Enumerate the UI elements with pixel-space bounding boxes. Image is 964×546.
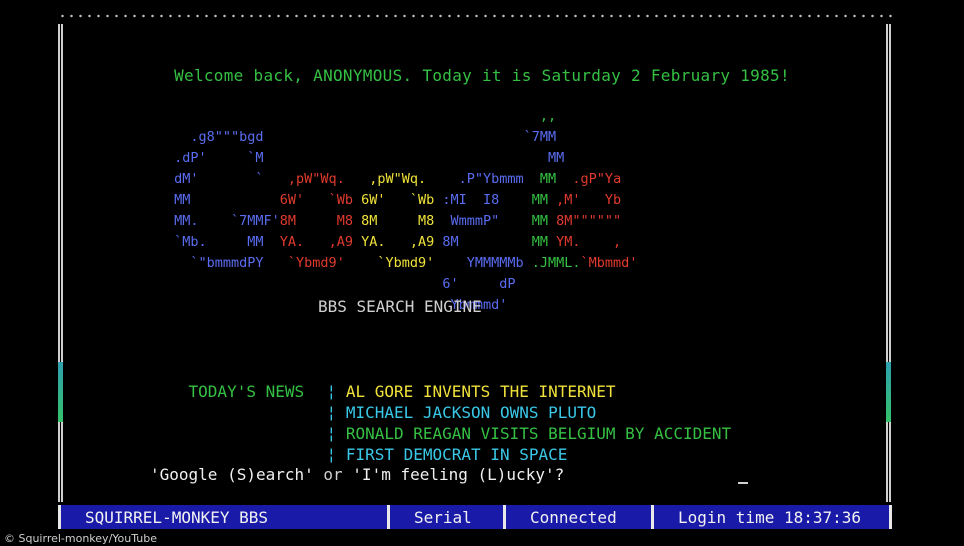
logo-segment: 6' dP [166, 276, 516, 292]
status-bar: SQUIRREL-MONKEY BBS Serial Connected Log… [58, 505, 892, 529]
logo-segment: :MI I8 [442, 192, 516, 208]
logo-segment: MM [515, 234, 557, 250]
status-port: Serial [387, 505, 503, 529]
google-ascii-logo: ,, .g8"""bgd `7MM .dP' `M MM dM' ` ,pW"W… [166, 106, 637, 316]
image-credit: © Squirrel-monkey/YouTube [4, 532, 158, 545]
logo-segment: WmmmP" [442, 213, 516, 229]
news-label: TODAY'S NEWS [188, 382, 305, 401]
logo-segment: MM [166, 192, 280, 208]
logo-segment: .g8"""bgd `7MM [166, 129, 557, 145]
news-item: FIRST DEMOCRAT IN SPACE [345, 445, 568, 464]
logo-segment: 8M M8 [279, 213, 362, 229]
search-prompt: 'Google (S)earch' or 'I'm feeling (L)uck… [150, 465, 564, 484]
text-cursor[interactable] [738, 482, 748, 484]
news-item: MICHAEL JACKSON OWNS PLUTO [345, 403, 597, 422]
logo-segment: MM [531, 171, 565, 187]
logo-segment: YA. ,A9 [361, 234, 443, 250]
logo-segment: 8M M8 [361, 213, 443, 229]
logo-segment: MM. `7MMF' [166, 213, 280, 229]
news-item: RONALD REAGAN VISITS BELGIUM BY ACCIDENT [345, 424, 732, 443]
logo-segment: .dP' `M MM [166, 150, 565, 166]
logo-segment: `"bmmmdPY [166, 255, 288, 271]
logo-line: .g8"""bgd `7MM [166, 127, 637, 148]
top-dotted-border [58, 14, 892, 18]
logo-segment: MM [515, 192, 557, 208]
welcome-message: Welcome back, ANONYMOUS. Today it is Sat… [174, 66, 790, 85]
logo-segment: YA. ,A9 [279, 234, 362, 250]
logo-line: `"bmmmdPY `Ybmd9' `Ybmd9' YMMMMMb .JMML.… [166, 253, 637, 274]
logo-segment: ,M' Yb [556, 192, 622, 208]
news-separator: ¦ [326, 424, 337, 443]
logo-segment: `Mbmmd' [580, 255, 638, 271]
engine-label: BBS SEARCH ENGINE [318, 297, 482, 316]
status-connection: Connected [503, 505, 651, 529]
logo-segment: 8M"""""" [556, 213, 622, 229]
logo-segment: YM. , [556, 234, 622, 250]
right-edge-accent [886, 362, 891, 422]
logo-segment: 8M [442, 234, 516, 250]
news-separator: ¦ [326, 382, 337, 401]
logo-segment: `Ybmd9' [361, 255, 451, 271]
logo-segment: dM' ` [166, 171, 288, 187]
feeling-lucky-option[interactable]: 'I'm feeling (L)ucky'? [352, 465, 564, 484]
left-frame-border [58, 24, 63, 502]
logo-segment: ,, [166, 108, 557, 124]
logo-segment: .JMML. [531, 255, 581, 271]
right-frame-border [886, 24, 891, 502]
status-bbs-name: SQUIRREL-MONKEY BBS [85, 507, 269, 527]
logo-line: MM 6W' `Wb 6W' `Wb :MI I8 MM ,M' Yb [166, 190, 637, 211]
logo-segment: YMMMMMb [450, 255, 532, 271]
news-item: AL GORE INVENTS THE INTERNET [345, 382, 616, 401]
logo-line: `Mb. MM YA. ,A9 YA. ,A9 8M MM YM. , [166, 232, 637, 253]
logo-segment: .P"Ybmmm [434, 171, 532, 187]
logo-line: 6' dP [166, 274, 637, 295]
logo-line: dM' ` ,pW"Wq. ,pW"Wq. .P"Ybmmm MM .gP"Ya [166, 169, 637, 190]
logo-segment: `Ybmd9' [287, 255, 362, 271]
news-section: TODAY'S NEWS ¦ AL GORE INVENTS THE INTERN… [150, 360, 732, 464]
logo-segment: 6W' `Wb [361, 192, 443, 208]
news-separator: ¦ [326, 403, 337, 422]
logo-segment: .gP"Ya [564, 171, 622, 187]
google-search-option[interactable]: 'Google (S)earch' [150, 465, 314, 484]
left-edge-accent [58, 362, 63, 422]
logo-line: .dP' `M MM [166, 148, 637, 169]
news-row: TODAY'S NEWS ¦ AL GORE INVENTS THE INTERN… [150, 360, 731, 401]
logo-segment: `Mb. MM [166, 234, 280, 250]
prompt-or-text: or [313, 465, 353, 484]
news-separator: ¦ [326, 445, 337, 464]
logo-line: ,, [166, 106, 637, 127]
logo-segment: ,pW"Wq. [287, 171, 362, 187]
logo-segment: ,pW"Wq. [361, 171, 435, 187]
status-login-time: Login time 18:37:36 [651, 505, 889, 529]
logo-line: MM. `7MMF'8M M8 8M M8 WmmmP" MM 8M"""""" [166, 211, 637, 232]
logo-segment: 6W' `Wb [279, 192, 362, 208]
logo-segment: MM [515, 213, 557, 229]
